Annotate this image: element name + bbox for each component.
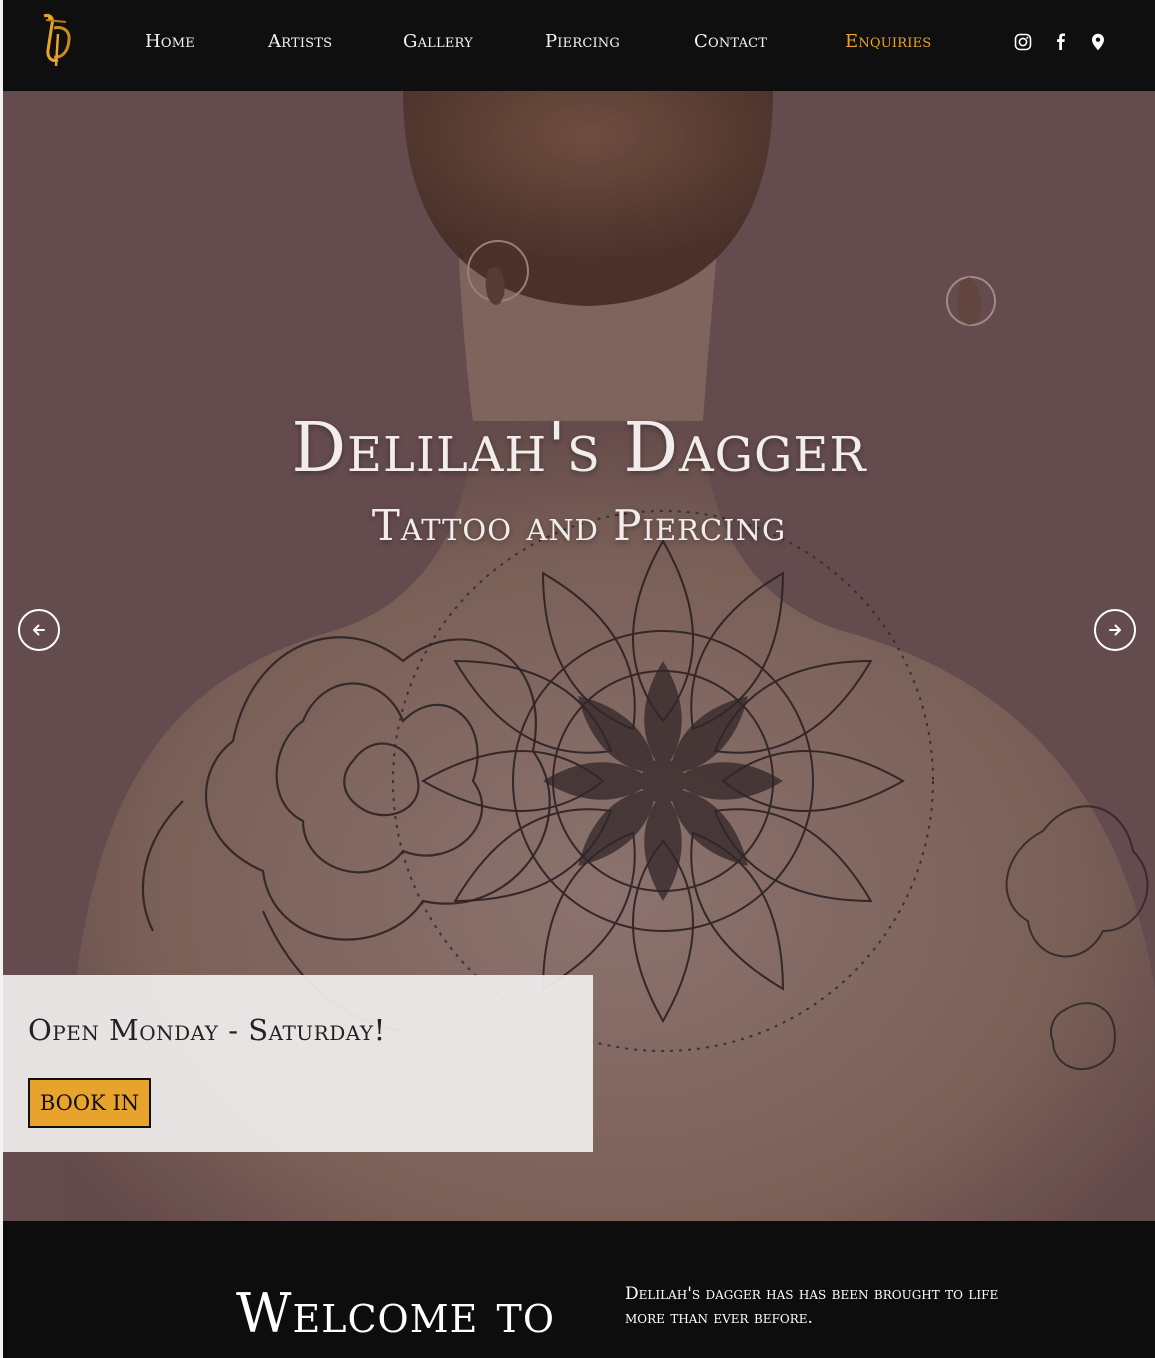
instagram-icon[interactable] <box>1014 33 1034 53</box>
nav-artists[interactable]: Artists <box>268 31 332 52</box>
opening-hours-panel: Open Monday - Saturday! BOOK IN <box>3 975 593 1152</box>
opening-hours-text: Open Monday - Saturday! <box>28 1013 386 1047</box>
hero-slider: Delilah's Dagger Tattoo and Piercing Ope… <box>3 91 1155 1221</box>
facebook-icon[interactable] <box>1055 33 1075 53</box>
slider-prev-button[interactable] <box>18 609 60 651</box>
nav-gallery[interactable]: Gallery <box>403 31 473 52</box>
nav-enquiries[interactable]: Enquiries <box>845 31 931 52</box>
arrow-left-icon <box>33 624 45 636</box>
nav-piercing[interactable]: Piercing <box>545 31 620 52</box>
hero-title: Delilah's Dagger <box>291 409 867 488</box>
book-in-button[interactable]: BOOK IN <box>28 1078 151 1128</box>
hero-subtitle: Tattoo and Piercing <box>371 501 787 550</box>
page-edge <box>0 0 3 1358</box>
map-pin-icon[interactable] <box>1091 33 1111 53</box>
welcome-heading: Welcome to <box>236 1282 556 1345</box>
page: Home Artists Gallery Piercing Contact En… <box>0 0 1155 1358</box>
site-header: Home Artists Gallery Piercing Contact En… <box>3 0 1155 91</box>
main-nav: Home Artists Gallery Piercing Contact En… <box>3 0 1003 91</box>
arrow-right-icon <box>1109 624 1121 636</box>
welcome-paragraph: Delilah's dagger has has been brought to… <box>625 1284 999 1328</box>
slider-next-button[interactable] <box>1094 609 1136 651</box>
nav-contact[interactable]: Contact <box>694 31 767 52</box>
nav-home[interactable]: Home <box>145 31 195 52</box>
